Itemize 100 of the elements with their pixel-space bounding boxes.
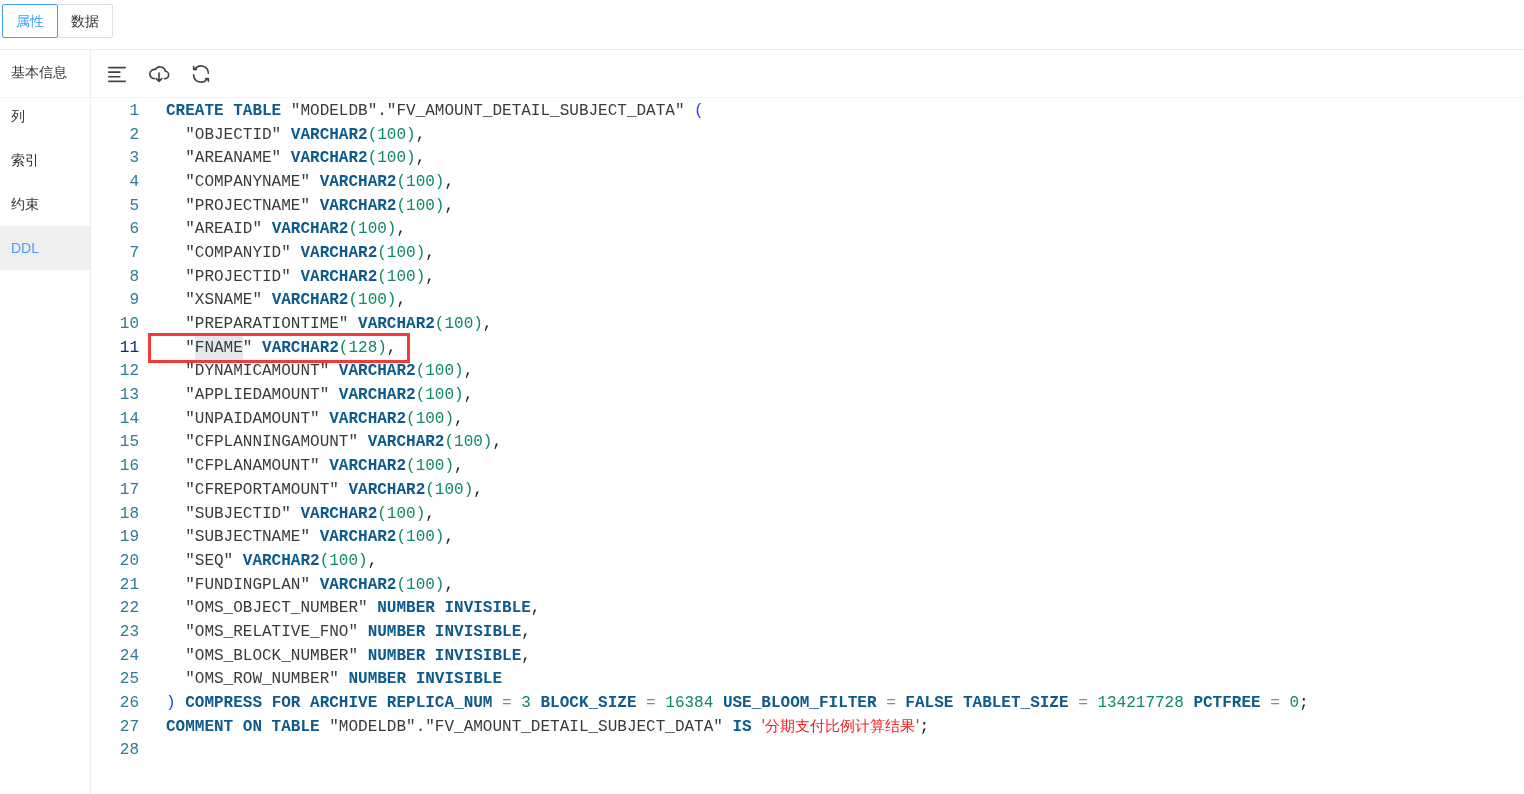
line-number: 22 [118, 598, 139, 620]
identifier-token: "PREPARATIONTIME" [184, 314, 350, 336]
number-token: (100) [415, 361, 464, 383]
punctuation-token: , [530, 598, 541, 620]
punctuation-token: , [444, 527, 455, 549]
identifier-token: "OMS_ROW_NUMBER" [184, 669, 340, 691]
number-token: 3 [521, 693, 531, 715]
keyword-token: VARCHAR2 [367, 432, 445, 454]
punctuation-token: , [444, 574, 455, 596]
line-number: 4 [128, 171, 139, 193]
operator-token: = [646, 693, 657, 715]
identifier-token: "OMS_OBJECT_NUMBER" [184, 598, 369, 620]
line-number: 5 [128, 195, 139, 217]
keyword-token: COMMENT ON TABLE [166, 716, 321, 738]
operator-token: = [502, 693, 513, 715]
keyword-token: VARCHAR2 [300, 242, 378, 264]
line-number: 19 [118, 527, 139, 549]
sidebar-item[interactable]: 列 [0, 94, 90, 138]
number-token: (100) [377, 242, 426, 264]
punctuation-token: , [396, 219, 407, 241]
sidebar-item[interactable]: 约束 [0, 182, 90, 226]
line-number: 24 [118, 645, 139, 667]
number-token: (128) [338, 337, 387, 359]
keyword-token: VARCHAR2 [242, 550, 320, 572]
punctuation-token: , [492, 432, 503, 454]
punctuation-token: ; [919, 716, 930, 738]
identifier-token: "OMS_RELATIVE_FNO" [184, 621, 360, 643]
identifier-token: "UNPAIDAMOUNT" [184, 408, 321, 430]
keyword-token: NUMBER INVISIBLE [348, 669, 503, 691]
number-token: (100) [367, 148, 416, 170]
punctuation-token: , [454, 408, 464, 430]
string-literal: '分期支付比例计算结果' [761, 716, 920, 738]
punctuation-token: , [425, 503, 435, 525]
keyword-token: VARCHAR2 [319, 195, 397, 217]
number-token: (100) [319, 550, 368, 572]
identifier-token: "PROJECTID" [184, 266, 292, 288]
tab[interactable]: 数据 [57, 4, 113, 38]
line-number: 17 [118, 479, 139, 501]
line-number: 16 [118, 456, 139, 478]
line-number: 10 [118, 314, 139, 336]
punctuation-token: , [415, 124, 426, 146]
line-number: 3 [128, 148, 139, 170]
punctuation-token: , [521, 621, 531, 643]
line-number: 8 [128, 266, 139, 288]
keyword-token: VARCHAR2 [271, 290, 349, 312]
identifier-token: "COMPANYNAME" [184, 171, 312, 193]
number-token: 0 [1289, 693, 1300, 715]
number-token: (100) [348, 290, 397, 312]
keyword-token: IS [732, 716, 753, 738]
number-token: 134217728 [1097, 693, 1184, 715]
keyword-token: VARCHAR2 [290, 148, 368, 170]
punctuation-token: , [444, 195, 455, 217]
line-number: 12 [118, 361, 139, 383]
number-token: (100) [396, 171, 445, 193]
punctuation-token: , [415, 148, 426, 170]
operator-token: = [1078, 693, 1089, 715]
sidebar-item[interactable]: 索引 [0, 138, 90, 182]
identifier-token: "PROJECTNAME" [184, 195, 312, 217]
sidebar-item[interactable]: 基本信息 [0, 50, 90, 94]
punctuation-token: , [454, 456, 464, 478]
line-number: 27 [118, 716, 139, 738]
line-number: 26 [118, 693, 139, 715]
keyword-token: VARCHAR2 [338, 361, 416, 383]
identifier-token: "CFPLANAMOUNT" [184, 456, 321, 478]
line-number: 6 [128, 219, 139, 241]
punctuation-token: , [425, 242, 435, 264]
selected-word: FNAME [194, 335, 243, 360]
number-token: (100) [415, 385, 464, 407]
bracket-token: ( [694, 100, 704, 122]
keyword-token: CREATE TABLE [166, 100, 283, 122]
keyword-token: VARCHAR2 [300, 266, 378, 288]
line-number: 28 [118, 740, 139, 762]
keyword-token: VARCHAR2 [290, 124, 368, 146]
line-number: 2 [128, 124, 139, 146]
line-number: 20 [118, 550, 139, 572]
number-token: 16384 [665, 693, 714, 715]
punctuation-token: , [463, 385, 474, 407]
identifier-token: "DYNAMICAMOUNT" [184, 361, 331, 383]
number-token: (100) [406, 408, 455, 430]
keyword-token: NUMBER INVISIBLE [377, 598, 531, 620]
keyword-token: VARCHAR2 [329, 408, 407, 430]
keyword-token: FALSE TABLET_SIZE [905, 693, 1070, 715]
punctuation-token: , [482, 314, 493, 336]
line-number: 13 [118, 385, 139, 407]
punctuation-token: , [386, 337, 397, 359]
keyword-token: BLOCK_SIZE [539, 693, 638, 715]
line-number: 23 [118, 621, 139, 643]
identifier-token: "CFREPORTAMOUNT" [184, 479, 340, 501]
number-token: (100) [377, 266, 426, 288]
identifier-token: "CFPLANNINGAMOUNT" [184, 432, 360, 454]
keyword-token: VARCHAR2 [319, 527, 397, 549]
keyword-token: USE_BLOOM_FILTER [721, 693, 878, 715]
identifier-token: "AREAID" [184, 219, 263, 241]
identifier-token: "OMS_BLOCK_NUMBER" [184, 645, 360, 667]
identifier-token: " [184, 337, 195, 359]
identifier-token: "SUBJECTNAME" [184, 527, 312, 549]
operator-token: = [886, 693, 897, 715]
number-token: (100) [367, 124, 416, 146]
keyword-token: VARCHAR2 [338, 385, 416, 407]
keyword-token: VARCHAR2 [329, 456, 407, 478]
